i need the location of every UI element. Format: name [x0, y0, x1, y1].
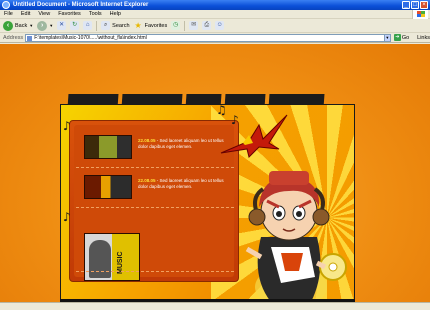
menu-file[interactable]: File	[4, 11, 13, 17]
news-item[interactable]: 22.08.05 - Sed laoreet aliquam leo ut te…	[84, 175, 234, 201]
menu-favorites[interactable]: Favorites	[58, 11, 81, 17]
print-icon[interactable]: ⎙	[202, 21, 212, 30]
address-url: F:\templates\Music-1070\.....\without_fl…	[34, 34, 147, 41]
cartoon-character-illustration	[245, 171, 347, 307]
messenger-icon[interactable]: ☺	[215, 21, 225, 30]
dashed-divider	[76, 167, 234, 168]
music-feature-image[interactable]: MUSIC	[84, 233, 140, 281]
site-body: 22.08.05 - Sed laoreet aliquam leo ut te…	[60, 104, 355, 309]
toolbar: ‹ Back ▼ › ▼ ✕ ↻ ⌂ ⌕ Search ★ Favorites …	[0, 19, 430, 33]
window-controls: _ □ ×	[402, 1, 428, 9]
minimize-button[interactable]: _	[402, 1, 410, 9]
page-viewport: 22.08.05 - Sed laoreet aliquam leo ut te…	[0, 44, 430, 310]
window-title: Untitled Document - Microsoft Internet E…	[13, 2, 149, 8]
toolbar-separator	[184, 20, 186, 31]
title-bar: Untitled Document - Microsoft Internet E…	[0, 0, 430, 10]
toolbar-separator	[96, 20, 98, 31]
search-label: Search	[112, 22, 130, 29]
history-icon[interactable]: ◷	[171, 21, 181, 30]
menu-tools[interactable]: Tools	[89, 11, 102, 17]
menu-bar: File Edit View Favorites Tools Help	[0, 10, 430, 19]
dropdown-arrow-icon[interactable]: ▼	[49, 23, 53, 28]
mail-icon[interactable]: ✉	[189, 21, 199, 30]
search-button[interactable]: ⌕ Search	[101, 21, 130, 30]
dashed-divider	[76, 271, 234, 272]
refresh-icon[interactable]: ↻	[70, 21, 80, 30]
go-label: Go	[401, 34, 410, 41]
news-date: 22.08.05	[138, 178, 156, 183]
links-button[interactable]: Links	[417, 35, 430, 41]
dropdown-arrow-icon[interactable]: ▼	[29, 23, 33, 28]
back-label: Back	[15, 22, 28, 29]
news-panel: 22.08.05 - Sed laoreet aliquam leo ut te…	[69, 120, 239, 282]
music-note-icon: ♪	[63, 210, 71, 224]
windows-logo-icon	[412, 10, 428, 19]
menu-edit[interactable]: Edit	[21, 11, 30, 17]
news-date: 22.08.05	[138, 138, 156, 143]
news-text: 22.08.05 - Sed laoreet aliquam leo ut te…	[138, 178, 234, 190]
menu-help[interactable]: Help	[110, 11, 121, 17]
go-arrow-icon: ➜	[393, 34, 401, 41]
close-button[interactable]: ×	[420, 1, 428, 9]
back-arrow-icon: ‹	[3, 20, 13, 31]
favorites-label: Favorites	[144, 22, 168, 29]
back-button[interactable]: ‹ Back ▼	[3, 20, 33, 31]
music-site-template: 22.08.05 - Sed laoreet aliquam leo ut te…	[60, 94, 355, 310]
star-burst-icon	[220, 114, 288, 158]
address-bar: Address F:\templates\Music-1070\.....\wi…	[0, 33, 430, 43]
page-icon	[27, 35, 33, 41]
music-note-icon: ♪	[63, 119, 71, 133]
menu-view[interactable]: View	[38, 11, 50, 17]
search-icon: ⌕	[101, 21, 111, 30]
forward-arrow-icon: ›	[37, 20, 48, 31]
forward-button[interactable]: › ▼	[37, 20, 53, 31]
dashed-divider	[76, 207, 234, 208]
stop-icon[interactable]: ✕	[57, 21, 67, 30]
news-item[interactable]: 22.08.05 - Sed laoreet aliquam leo ut te…	[84, 135, 234, 161]
address-dropdown-icon[interactable]: ▼	[384, 33, 391, 42]
address-input[interactable]: F:\templates\Music-1070\.....\without_fl…	[25, 33, 385, 42]
address-label: Address	[3, 34, 24, 41]
internet-explorer-icon	[2, 1, 10, 9]
home-icon[interactable]: ⌂	[83, 21, 93, 30]
figure-silhouette	[89, 240, 111, 278]
star-icon: ★	[134, 21, 142, 30]
news-thumbnail[interactable]	[84, 135, 132, 159]
maximize-button[interactable]: □	[411, 1, 419, 9]
news-thumbnail[interactable]	[84, 175, 132, 199]
status-bar	[0, 302, 430, 310]
go-button[interactable]: ➜ Go	[393, 34, 410, 41]
favorites-button[interactable]: ★ Favorites	[134, 21, 168, 30]
